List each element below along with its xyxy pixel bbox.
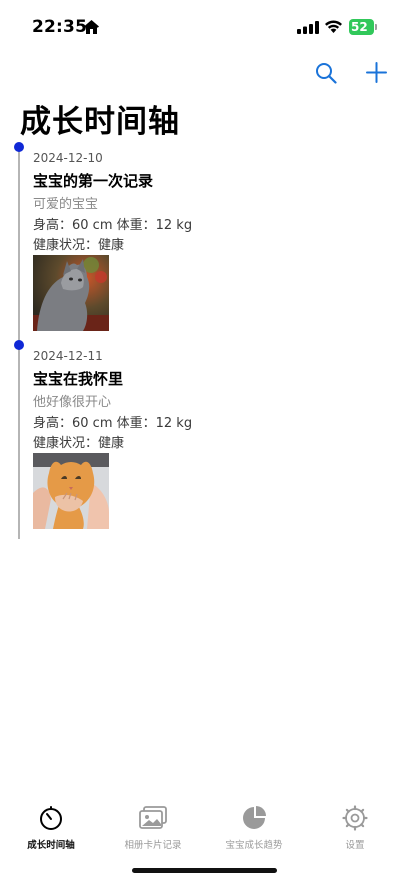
battery-indicator: 52 xyxy=(349,19,379,35)
search-icon[interactable] xyxy=(315,62,337,84)
home-icon xyxy=(84,20,99,34)
entry-description: 可爱的宝宝 xyxy=(33,197,99,212)
entry-photo-kitten[interactable] xyxy=(33,453,109,529)
add-icon[interactable] xyxy=(366,62,387,83)
tab-growth-trend[interactable]: 宝宝成长趋势 xyxy=(204,805,304,859)
timeline-dot xyxy=(14,142,24,152)
status-bar: 22:35 52 xyxy=(0,0,407,56)
entry-health-status: 健康状况：健康 xyxy=(33,436,125,451)
entry-metrics: 身高：60 cm 体重：12 kg xyxy=(33,218,193,233)
tab-settings[interactable]: 设置 xyxy=(305,805,405,859)
timer-icon xyxy=(40,806,62,830)
entry-description: 他好像很开心 xyxy=(33,395,112,410)
tab-album[interactable]: 相册卡片记录 xyxy=(103,805,203,859)
entry-title: 宝宝在我怀里 xyxy=(33,370,124,388)
entry-date: 2024-12-11 xyxy=(33,349,103,363)
entry-photo-cat[interactable] xyxy=(33,255,109,331)
battery-level: 52 xyxy=(351,20,368,34)
wifi-icon xyxy=(325,20,342,33)
pie-chart-icon xyxy=(243,806,266,829)
tab-label: 宝宝成长趋势 xyxy=(225,840,283,851)
status-time: 22:35 xyxy=(32,17,88,37)
gear-icon xyxy=(342,805,368,831)
entry-metrics: 身高：60 cm 体重：12 kg xyxy=(33,416,193,431)
entry-health-status: 健康状况：健康 xyxy=(33,238,125,253)
tab-label: 成长时间轴 xyxy=(27,840,75,851)
cellular-signal-icon xyxy=(297,21,319,34)
tab-label: 设置 xyxy=(345,840,365,851)
entry-date: 2024-12-10 xyxy=(33,151,103,165)
photo-album-icon xyxy=(139,806,167,829)
tab-label: 相册卡片记录 xyxy=(124,840,182,851)
tab-timeline[interactable]: 成长时间轴 xyxy=(1,805,101,859)
home-indicator xyxy=(132,868,277,873)
page-title: 成长时间轴 xyxy=(20,104,180,140)
timeline-dot xyxy=(14,340,24,350)
entry-title: 宝宝的第一次记录 xyxy=(33,172,154,190)
